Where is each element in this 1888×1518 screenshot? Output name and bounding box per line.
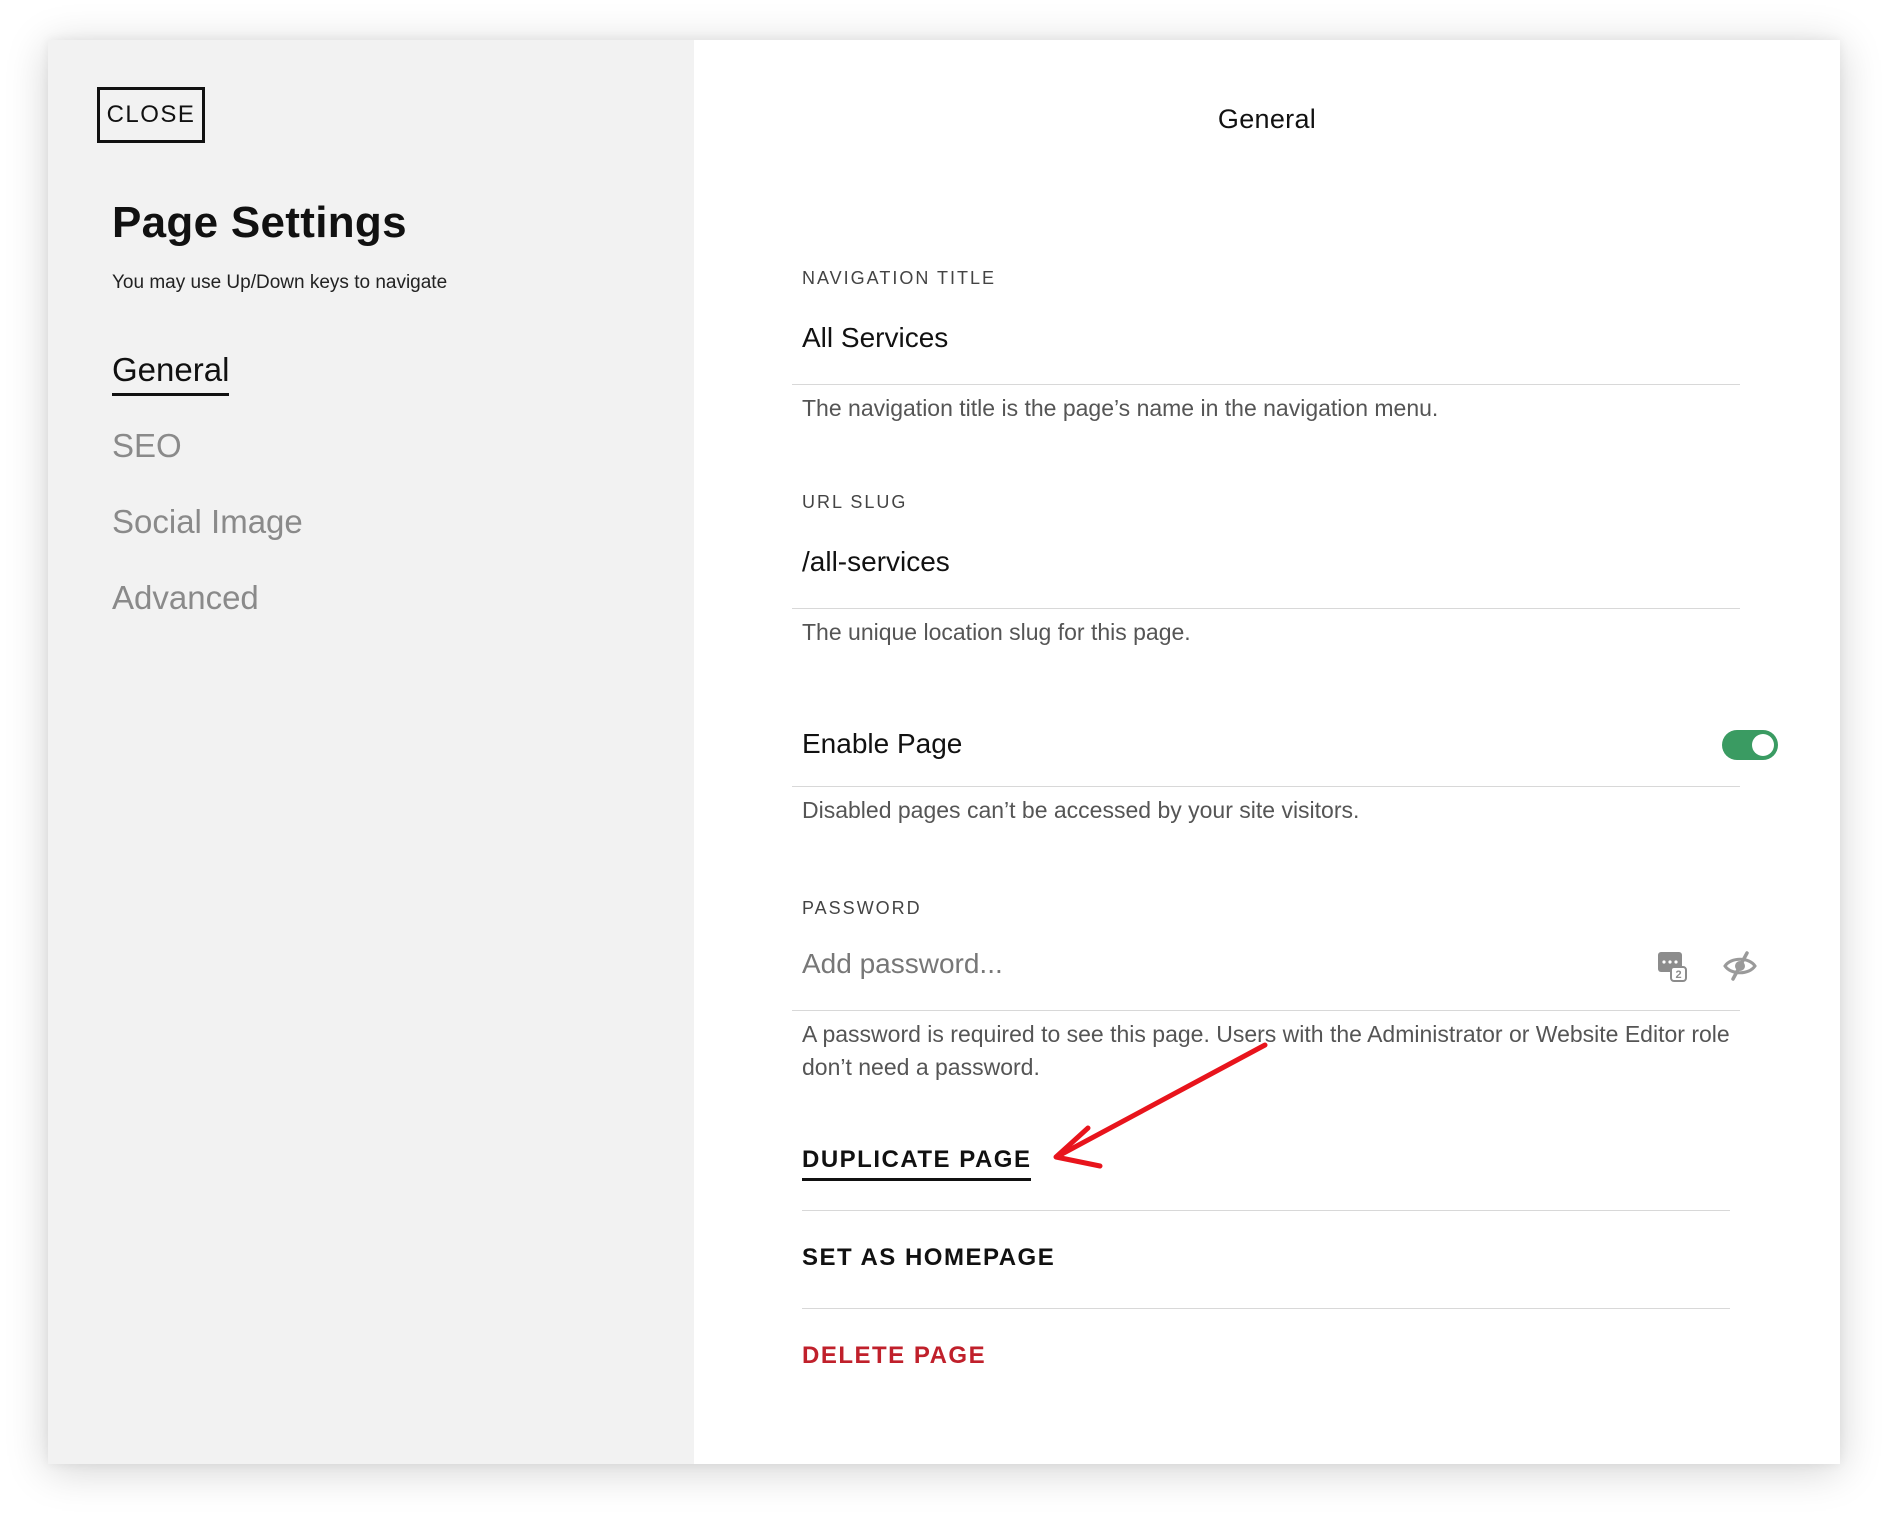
close-button[interactable]: CLOSE [97,87,205,143]
enable-page-label: Enable Page [802,728,963,759]
field-label: PASSWORD [802,898,922,918]
nav-item-social-image[interactable]: Social Image [112,502,303,578]
settings-panel: General NAVIGATION TITLE All Services Th… [694,40,1840,1464]
nav-item-label: Social Image [112,503,303,540]
nav-item-label: General [112,350,230,396]
field-label: NAVIGATION TITLE [802,268,997,288]
divider [792,786,1740,787]
divider [802,1308,1730,1309]
sidebar-title: Page Settings [112,198,407,247]
navigation-title-input[interactable]: All Services [802,322,948,354]
password-input[interactable] [802,948,1602,980]
field-help: Disabled pages can’t be accessed by your… [802,797,1360,823]
field-label: URL SLUG [802,492,908,512]
toggle-knob [1752,734,1774,756]
delete-page-button[interactable]: DELETE PAGE [802,1342,986,1370]
divider [792,608,1740,609]
navigation-title-field: NAVIGATION TITLE All Services The naviga… [792,220,1740,421]
panel-title: General [1217,104,1317,134]
nav-item-general[interactable]: General [112,350,303,426]
field-help: A password is required to see this page.… [802,1021,1730,1080]
nav-item-seo[interactable]: SEO [112,426,303,502]
nav-item-advanced[interactable]: Advanced [112,578,303,654]
keyboard-hint: You may use Up/Down keys to navigate [112,272,448,293]
action-label: DUPLICATE PAGE [802,1146,1032,1181]
divider [792,1010,1740,1011]
field-help: The navigation title is the page’s name … [802,395,1439,421]
url-slug-input[interactable]: /all-services [802,546,950,578]
field-help: The unique location slug for this page. [802,619,1191,645]
divider [792,384,1740,385]
page-settings-dialog: CLOSE Page Settings You may use Up/Down … [48,40,1840,1464]
settings-nav: General SEO Social Image Advanced [112,350,303,654]
eye-slash-icon[interactable] [1722,948,1758,984]
password-generator-icon[interactable]: 2 [1654,948,1690,984]
divider [802,1210,1730,1211]
enable-page-field: Enable Page Disabled pages can’t be acce… [792,680,1778,823]
password-field: PASSWORD 2 A password is required to see… [792,848,1757,1088]
svg-text:2: 2 [1675,969,1681,981]
nav-item-label: SEO [112,427,182,464]
enable-page-toggle[interactable] [1722,730,1778,760]
settings-sidebar: CLOSE Page Settings You may use Up/Down … [48,40,694,1464]
url-slug-field: URL SLUG /all-services The unique locati… [792,444,1740,645]
set-homepage-button[interactable]: SET AS HOMEPAGE [802,1244,1055,1272]
duplicate-page-button[interactable]: DUPLICATE PAGE [802,1146,1032,1181]
nav-item-label: Advanced [112,579,259,616]
